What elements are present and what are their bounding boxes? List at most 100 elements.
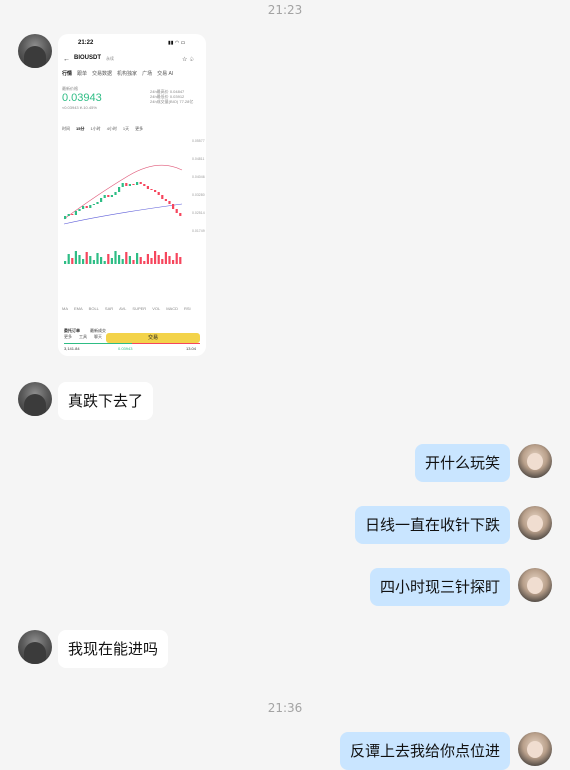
my-avatar[interactable] [518, 444, 552, 478]
svg-text:0.03280: 0.03280 [192, 193, 205, 197]
pair-title: BIOUSDT [74, 55, 101, 61]
candle [67, 214, 70, 216]
message-bubble-outgoing[interactable]: 反谭上去我给你点位进 [339, 732, 510, 770]
contact-avatar[interactable] [18, 630, 52, 664]
book-value: 13.04 [186, 346, 197, 351]
candle [78, 209, 81, 211]
candle [118, 187, 121, 192]
candle [154, 190, 157, 192]
svg-text:0.05577: 0.05577 [192, 139, 205, 143]
candle [85, 206, 88, 208]
trade-button: 交易 [106, 333, 200, 343]
candle [121, 183, 124, 187]
candle [103, 195, 106, 198]
candlestick-chart: 0.05577 0.04811 0.04046 0.03280 0.02514 … [63, 139, 205, 264]
my-avatar[interactable] [518, 568, 552, 602]
status-time: 21:22 [78, 40, 94, 46]
candle [139, 182, 142, 184]
book-value: 0.03943 [118, 346, 133, 351]
interval-row: 时间 15分 1小时 4小时 1天 更多 [62, 126, 144, 131]
volume-bar [179, 257, 182, 264]
volume-bar [114, 251, 117, 264]
pair-sub: 永续 [106, 56, 114, 61]
candle [146, 186, 149, 189]
candle [128, 184, 131, 186]
candle [143, 184, 146, 186]
contact-avatar[interactable] [18, 382, 52, 416]
price-change: ≈0.03943 ¥-10.45% [62, 105, 97, 110]
candle [89, 205, 92, 208]
volume-bar [161, 259, 164, 264]
candle [82, 206, 85, 209]
volume-bar [168, 256, 171, 264]
candle [157, 192, 160, 195]
candle [100, 198, 103, 202]
timestamp: 21:36 [267, 701, 303, 715]
volume-bar [64, 261, 67, 264]
candle [175, 209, 178, 213]
volume-bar [96, 253, 99, 264]
volume-bar [89, 256, 92, 264]
candle [96, 202, 99, 204]
candle [64, 216, 67, 219]
message-bubble-outgoing[interactable]: 开什么玩笑 [414, 444, 510, 482]
volume-bar [146, 254, 149, 264]
volume-bar [150, 258, 153, 264]
candle [136, 182, 139, 185]
volume-bar [78, 255, 81, 264]
my-avatar[interactable] [518, 732, 552, 766]
candle [179, 213, 182, 216]
volume-bar [139, 257, 142, 264]
shared-screenshot-image[interactable]: 21:22 ▮▮ ◠ ▭ ← BIOUSDT 永续 ☆ ♤ 行情 跟单 交易数据… [58, 34, 206, 356]
sell-ratio-bar [132, 343, 200, 344]
svg-text:0.04046: 0.04046 [192, 175, 205, 179]
candle [114, 192, 117, 195]
volume-bar [107, 254, 110, 264]
bottom-nav: 更多 工具 聊天 [64, 334, 102, 339]
screenshot-tabs: 行情 跟单 交易数据 机构独家 广场 交易 AI [62, 71, 174, 77]
contact-avatar[interactable] [18, 34, 52, 68]
timestamp: 21:23 [267, 3, 303, 17]
indicator-row: MA EMA BOLL SAR AVL SUPER VOL MACD RSI [62, 306, 191, 311]
volume-bar [132, 260, 135, 264]
volume-bar [100, 257, 103, 264]
candle [71, 214, 74, 215]
volume-bar [136, 253, 139, 264]
volume-bar [67, 254, 70, 264]
svg-text:0.04811: 0.04811 [192, 157, 204, 161]
volume-bar [143, 261, 146, 264]
svg-text:0.02514: 0.02514 [192, 211, 205, 215]
back-icon: ← [63, 56, 70, 63]
volume-bar [82, 259, 85, 264]
price: 0.03943 [62, 92, 102, 104]
volume-bar [164, 252, 167, 264]
buy-ratio-bar [64, 343, 132, 344]
candle [74, 211, 77, 215]
candle [164, 199, 167, 201]
volume-bar [74, 251, 77, 264]
volume-bar [71, 258, 74, 264]
volume-bar [85, 252, 88, 264]
candle [161, 195, 164, 199]
volume-bar [128, 256, 131, 264]
svg-text:0.01749: 0.01749 [192, 229, 205, 233]
message-bubble-incoming[interactable]: 我现在能进吗 [58, 630, 169, 668]
candle [168, 201, 171, 204]
volume-bar [125, 252, 128, 264]
volume-bar [121, 259, 124, 264]
volume-bar [154, 251, 157, 264]
message-bubble-incoming[interactable]: 真跌下去了 [58, 382, 154, 420]
volume-bar [118, 255, 121, 264]
volume-bar [110, 258, 113, 264]
book-value: 3,141.84 [64, 346, 80, 351]
candle [92, 204, 95, 205]
candle [125, 183, 128, 186]
candle [110, 195, 113, 197]
message-bubble-outgoing[interactable]: 四小时现三针探盯 [369, 568, 510, 606]
volume-bar [175, 253, 178, 264]
candle [107, 195, 110, 197]
candle [172, 204, 175, 209]
volume-bar [92, 260, 95, 264]
message-bubble-outgoing[interactable]: 日线一直在收针下跌 [354, 506, 510, 544]
my-avatar[interactable] [518, 506, 552, 540]
